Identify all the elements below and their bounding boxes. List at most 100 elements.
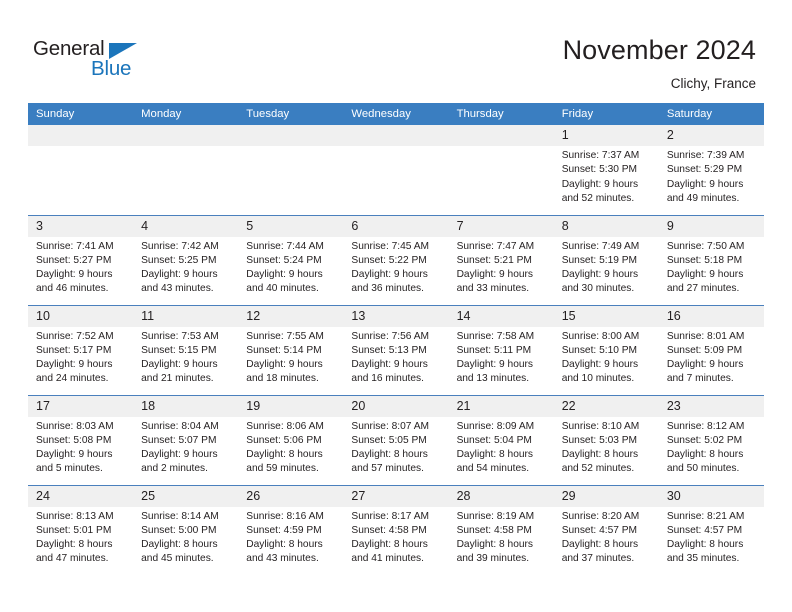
- daylight-text-line1: Daylight: 8 hours: [246, 449, 323, 461]
- day-cell-inner: 20 Sunrise: 8:07 AM Sunset: 5:05 PM Dayligh…: [343, 395, 449, 485]
- day-cell-inner: 29 Sunrise: 8:20 AM Sunset: 4:57 PM Dayligh…: [553, 485, 659, 575]
- calendar-day-cell[interactable]: 14 Sunrise: 7:58 AM Sunset: 5:11 PM Dayligh…: [448, 304, 554, 395]
- daylight-text-line2: and 52 minutes.: [561, 192, 635, 204]
- day-details: Sunrise: 7:49 AM Sunset: 5:19 PM Daylight:…: [554, 237, 659, 297]
- day-number: 16: [658, 305, 764, 327]
- daylight-text-line1: Daylight: 9 hours: [561, 178, 639, 190]
- day-number: 8: [553, 215, 659, 237]
- calendar-day-cell[interactable]: 20 Sunrise: 8:07 AM Sunset: 5:05 PM Dayligh…: [343, 394, 449, 485]
- sunset-text: Sunset: 5:00 PM: [141, 524, 217, 536]
- day-details: Sunrise: 8:04 AM Sunset: 5:07 PM Daylight:…: [133, 417, 238, 477]
- daylight-text-line1: Daylight: 9 hours: [561, 359, 639, 371]
- day-number: 17: [28, 395, 134, 417]
- day-number: 20: [343, 395, 449, 417]
- day-number: 22: [553, 395, 659, 417]
- daylight-text-line1: Daylight: 8 hours: [561, 539, 639, 551]
- calendar-day-cell[interactable]: 21 Sunrise: 8:09 AM Sunset: 5:04 PM Dayligh…: [448, 394, 554, 485]
- daylight-text-line1: Daylight: 9 hours: [246, 269, 323, 281]
- calendar-day-cell[interactable]: 11 Sunrise: 7:53 AM Sunset: 5:15 PM Dayligh…: [133, 304, 239, 395]
- calendar-day-cell[interactable]: 22 Sunrise: 8:10 AM Sunset: 5:03 PM Dayligh…: [553, 394, 659, 485]
- calendar-day-cell[interactable]: 24 Sunrise: 8:13 AM Sunset: 5:01 PM Dayligh…: [28, 484, 134, 575]
- daylight-text-line2: and 47 minutes.: [36, 553, 109, 565]
- daylight-text-line1: Daylight: 9 hours: [666, 178, 744, 190]
- day-number: 28: [448, 485, 554, 507]
- day-number: [343, 125, 449, 146]
- location-subtitle: Clichy, France: [670, 76, 756, 91]
- calendar-table: Sunday Monday Tuesday Wednesday Thursday…: [28, 103, 764, 575]
- calendar-day-cell[interactable]: 13 Sunrise: 7:56 AM Sunset: 5:13 PM Dayligh…: [343, 304, 449, 395]
- calendar-day-cell[interactable]: 1 Sunrise: 7:37 AM Sunset: 5:30 PM Daylight…: [553, 125, 659, 215]
- day-details: Sunrise: 8:16 AM Sunset: 4:59 PM Daylight:…: [238, 507, 343, 567]
- sunrise-text: Sunrise: 7:50 AM: [666, 240, 745, 252]
- sunset-text: Sunset: 5:25 PM: [141, 254, 217, 266]
- calendar-day-cell[interactable]: 10 Sunrise: 7:52 AM Sunset: 5:17 PM Dayligh…: [28, 304, 134, 395]
- daylight-text-line2: and 37 minutes.: [561, 553, 635, 565]
- daylight-text-line2: and 16 minutes.: [351, 373, 424, 385]
- daylight-text-line2: and 36 minutes.: [351, 283, 424, 295]
- sunset-text: Sunset: 4:58 PM: [456, 524, 532, 536]
- calendar-day-cell[interactable]: 23 Sunrise: 8:12 AM Sunset: 5:02 PM Dayligh…: [658, 394, 764, 485]
- daylight-text-line1: Daylight: 8 hours: [351, 449, 428, 461]
- day-details: Sunrise: 7:56 AM Sunset: 5:13 PM Daylight:…: [343, 327, 448, 387]
- day-cell-inner: [448, 125, 554, 214]
- calendar-day-cell[interactable]: 6 Sunrise: 7:45 AM Sunset: 5:22 PM Daylight…: [343, 214, 449, 305]
- day-details: Sunrise: 8:19 AM Sunset: 4:58 PM Daylight:…: [449, 507, 554, 567]
- day-number: 14: [448, 305, 554, 327]
- calendar-day-cell[interactable]: 7 Sunrise: 7:47 AM Sunset: 5:21 PM Daylight…: [448, 214, 554, 305]
- calendar-day-cell[interactable]: 19 Sunrise: 8:06 AM Sunset: 5:06 PM Dayligh…: [238, 394, 344, 485]
- sunset-text: Sunset: 5:15 PM: [141, 344, 217, 356]
- calendar-day-cell[interactable]: 15 Sunrise: 8:00 AM Sunset: 5:10 PM Dayligh…: [553, 304, 659, 395]
- sunrise-text: Sunrise: 8:21 AM: [666, 510, 745, 522]
- day-cell-inner: [238, 125, 344, 214]
- day-cell-inner: [343, 125, 449, 214]
- calendar-day-cell[interactable]: 5 Sunrise: 7:44 AM Sunset: 5:24 PM Daylight…: [238, 214, 344, 305]
- day-details: Sunrise: 8:09 AM Sunset: 5:04 PM Daylight:…: [449, 417, 554, 477]
- calendar-day-cell[interactable]: 8 Sunrise: 7:49 AM Sunset: 5:19 PM Daylight…: [553, 214, 659, 305]
- daylight-text-line2: and 2 minutes.: [141, 463, 208, 475]
- sunset-text: Sunset: 4:58 PM: [351, 524, 427, 536]
- daylight-text-line2: and 30 minutes.: [561, 283, 635, 295]
- brand-logo[interactable]: General Blue: [33, 38, 163, 86]
- calendar-day-cell[interactable]: 27 Sunrise: 8:17 AM Sunset: 4:58 PM Dayligh…: [343, 484, 449, 575]
- day-details: Sunrise: 7:52 AM Sunset: 5:17 PM Daylight:…: [28, 327, 133, 387]
- calendar-day-cell[interactable]: 12 Sunrise: 7:55 AM Sunset: 5:14 PM Dayligh…: [238, 304, 344, 395]
- day-number: 30: [658, 485, 764, 507]
- calendar-day-cell[interactable]: 9 Sunrise: 7:50 AM Sunset: 5:18 PM Daylight…: [658, 214, 764, 305]
- sunrise-text: Sunrise: 8:17 AM: [351, 510, 430, 522]
- calendar-day-cell-empty: [448, 125, 554, 215]
- calendar-day-cell[interactable]: 18 Sunrise: 8:04 AM Sunset: 5:07 PM Dayligh…: [133, 394, 239, 485]
- day-details: Sunrise: 8:13 AM Sunset: 5:01 PM Daylight:…: [28, 507, 133, 567]
- calendar-day-cell[interactable]: 16 Sunrise: 8:01 AM Sunset: 5:09 PM Dayligh…: [658, 304, 764, 395]
- day-number: 12: [238, 305, 344, 327]
- daylight-text-line2: and 18 minutes.: [246, 373, 319, 385]
- day-cell-inner: [133, 125, 239, 214]
- daylight-text-line2: and 52 minutes.: [561, 463, 635, 475]
- day-cell-inner: 23 Sunrise: 8:12 AM Sunset: 5:02 PM Dayligh…: [658, 395, 764, 485]
- daylight-text-line1: Daylight: 9 hours: [351, 359, 428, 371]
- day-cell-inner: 8 Sunrise: 7:49 AM Sunset: 5:19 PM Daylight…: [553, 215, 659, 305]
- day-cell-inner: 13 Sunrise: 7:56 AM Sunset: 5:13 PM Dayligh…: [343, 305, 449, 395]
- day-details: Sunrise: 7:44 AM Sunset: 5:24 PM Daylight:…: [238, 237, 343, 297]
- day-details: Sunrise: 8:06 AM Sunset: 5:06 PM Daylight:…: [238, 417, 343, 477]
- sunset-text: Sunset: 5:03 PM: [561, 434, 638, 446]
- day-cell-inner: 7 Sunrise: 7:47 AM Sunset: 5:21 PM Daylight…: [448, 215, 554, 305]
- calendar-day-cell[interactable]: 30 Sunrise: 8:21 AM Sunset: 4:57 PM Dayligh…: [658, 484, 764, 575]
- calendar-day-cell[interactable]: 26 Sunrise: 8:16 AM Sunset: 4:59 PM Dayligh…: [238, 484, 344, 575]
- calendar-day-cell[interactable]: 17 Sunrise: 8:03 AM Sunset: 5:08 PM Dayligh…: [28, 394, 134, 485]
- daylight-text-line1: Daylight: 9 hours: [36, 269, 113, 281]
- sunset-text: Sunset: 5:24 PM: [246, 254, 322, 266]
- day-number: 6: [343, 215, 449, 237]
- daylight-text-line2: and 35 minutes.: [666, 553, 740, 565]
- calendar-day-cell[interactable]: 25 Sunrise: 8:14 AM Sunset: 5:00 PM Dayligh…: [133, 484, 239, 575]
- calendar-day-cell[interactable]: 28 Sunrise: 8:19 AM Sunset: 4:58 PM Dayligh…: [448, 484, 554, 575]
- day-number: 2: [658, 125, 764, 146]
- daylight-text-line2: and 13 minutes.: [456, 373, 530, 385]
- day-cell-inner: 25 Sunrise: 8:14 AM Sunset: 5:00 PM Dayligh…: [133, 485, 239, 575]
- calendar-day-cell[interactable]: 3 Sunrise: 7:41 AM Sunset: 5:27 PM Daylight…: [28, 214, 134, 305]
- sunset-text: Sunset: 5:10 PM: [561, 344, 638, 356]
- sunset-text: Sunset: 5:19 PM: [561, 254, 638, 266]
- calendar-day-cell-empty: [28, 125, 134, 215]
- calendar-day-cell[interactable]: 29 Sunrise: 8:20 AM Sunset: 4:57 PM Dayligh…: [553, 484, 659, 575]
- calendar-day-cell[interactable]: 4 Sunrise: 7:42 AM Sunset: 5:25 PM Daylight…: [133, 214, 239, 305]
- calendar-day-cell[interactable]: 2 Sunrise: 7:39 AM Sunset: 5:29 PM Daylight…: [658, 125, 764, 215]
